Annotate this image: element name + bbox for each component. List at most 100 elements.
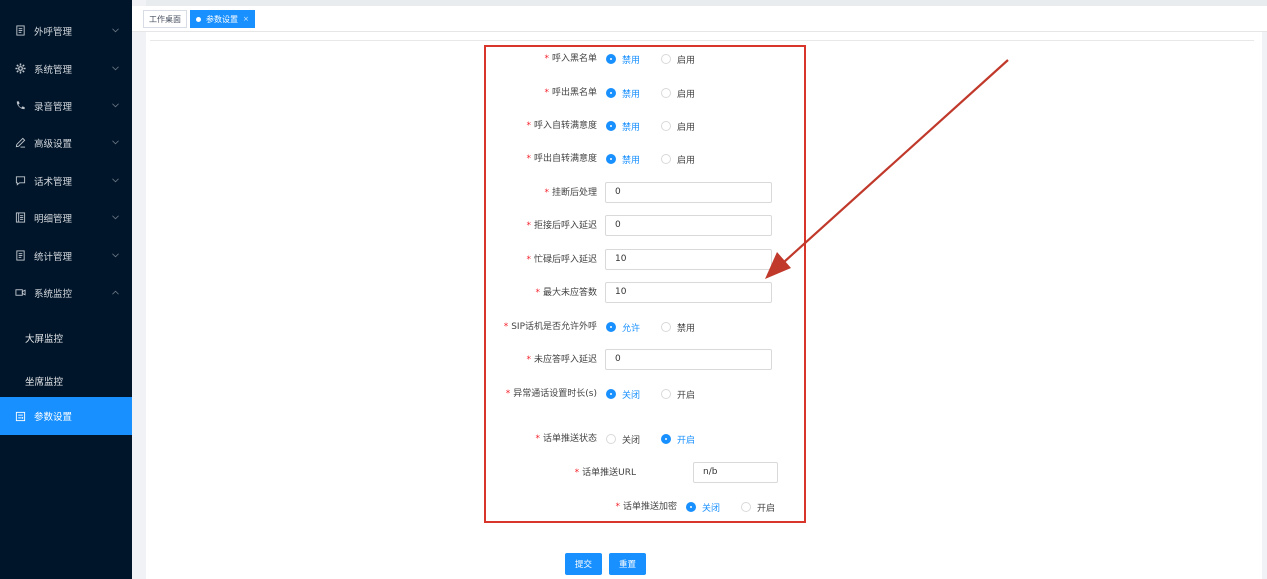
required-asterisk: *: [526, 221, 531, 231]
radio-label: 禁用: [622, 55, 641, 66]
radio-label: 关闭: [702, 503, 721, 514]
radio-circle-icon[interactable]: [606, 88, 616, 98]
settings-doc-icon: [14, 410, 26, 422]
radio-option[interactable]: 允许: [606, 321, 641, 334]
radio-option[interactable]: 关闭: [606, 388, 641, 401]
chevron-down-icon: [111, 27, 119, 35]
radio-option[interactable]: 开启: [741, 501, 776, 514]
radio-circle-icon[interactable]: [606, 121, 616, 131]
required-asterisk: *: [544, 188, 549, 198]
radio-option[interactable]: 禁用: [606, 153, 641, 166]
form-label-text: 呼入自转满意度: [533, 121, 597, 131]
radio-circle-icon[interactable]: [661, 54, 671, 64]
tab-parameters[interactable]: 参数设置 ×: [190, 10, 255, 28]
radio-circle-icon[interactable]: [686, 502, 696, 512]
radio-circle-icon[interactable]: [606, 322, 616, 332]
unanswered-inbound-delay-input[interactable]: 0: [605, 349, 772, 370]
radio-option[interactable]: 禁用: [606, 120, 641, 133]
radio-option[interactable]: 启用: [661, 87, 695, 100]
reject-inbound-delay-input[interactable]: 0: [605, 215, 772, 236]
radio-circle-icon[interactable]: [661, 88, 671, 98]
form-label: * 呼入黑名单: [544, 48, 597, 70]
form-label-text: 话单推送URL: [582, 468, 636, 478]
required-asterisk: *: [503, 322, 509, 332]
document-icon: [14, 25, 26, 37]
required-asterisk: *: [505, 389, 511, 399]
required-asterisk: *: [535, 288, 540, 298]
form-label: * 异常通话设置时长(s): [506, 383, 597, 405]
form-label-text: 话单推送状态: [542, 434, 597, 444]
radio-option[interactable]: 启用: [661, 153, 695, 166]
radio-option[interactable]: 关闭: [606, 433, 641, 446]
radio-label: 关闭: [622, 390, 641, 401]
radio-label: 禁用: [622, 89, 641, 100]
form-label: * 话单推送URL: [575, 462, 636, 484]
submit-button[interactable]: 提交: [565, 553, 602, 575]
tab-workbench[interactable]: 工作桌面: [143, 10, 187, 28]
max-unanswered-input[interactable]: 10: [605, 282, 772, 303]
radio-option[interactable]: 开启: [661, 433, 696, 446]
sidebar-item-outbound[interactable]: 外呼管理: [0, 12, 132, 49]
tab-label: 工作桌面: [149, 14, 181, 24]
form-label: * 话单推送状态: [535, 428, 597, 450]
radio-option[interactable]: 启用: [661, 120, 695, 133]
radio-option[interactable]: 关闭: [686, 501, 721, 514]
form-label-text: 异常通话设置时长(s): [513, 389, 597, 399]
radio-circle-icon[interactable]: [606, 434, 616, 444]
radio-circle-icon[interactable]: [661, 322, 671, 332]
form-row-inbound-satisfaction: * 呼入自转满意度 禁用 启用: [0, 115, 1267, 137]
form-label: * 话单推送加密: [615, 496, 677, 518]
radio-circle-icon[interactable]: [606, 54, 616, 64]
radio-label: 开启: [677, 435, 696, 446]
form-row-outbound-satisfaction: * 呼出自转满意度 禁用 启用: [0, 148, 1267, 170]
radio-option[interactable]: 禁用: [606, 87, 641, 100]
radio-circle-icon[interactable]: [661, 389, 671, 399]
radio-option[interactable]: 开启: [661, 388, 695, 401]
form-label: * 未应答呼入延迟: [526, 349, 597, 371]
form-label: * 呼入自转满意度: [526, 115, 597, 137]
radio-option[interactable]: 启用: [661, 53, 695, 66]
form-row-cdr-push-status: * 话单推送状态 关闭 开启: [0, 428, 1267, 450]
panel-divider: [150, 40, 1254, 41]
form-label: * 呼出黑名单: [544, 82, 597, 104]
form-label: * 忙碌后呼入延迟: [526, 249, 597, 271]
radio-label: 允许: [622, 323, 641, 334]
form-row-inbound-blacklist: * 呼入黑名单 禁用 启用: [0, 48, 1267, 70]
radio-label: 禁用: [622, 122, 641, 133]
form-row-hangup-processing: * 挂断后处理 0: [0, 182, 1267, 204]
active-dot-icon: [196, 16, 201, 22]
required-asterisk: *: [526, 355, 531, 365]
required-asterisk: *: [544, 88, 549, 98]
radio-label: 禁用: [677, 323, 696, 334]
form-row-max-unanswered: * 最大未应答数 10: [0, 282, 1267, 304]
cdr-push-url-input[interactable]: n/b: [693, 462, 778, 483]
radio-circle-icon[interactable]: [661, 154, 671, 164]
radio-label: 开启: [757, 503, 776, 514]
radio-option[interactable]: 禁用: [661, 321, 696, 334]
hangup-processing-input[interactable]: 0: [605, 182, 772, 203]
radio-circle-icon[interactable]: [606, 389, 616, 399]
radio-label: 禁用: [622, 155, 641, 166]
required-asterisk: *: [526, 121, 531, 131]
radio-circle-icon[interactable]: [661, 121, 671, 131]
radio-circle-icon[interactable]: [606, 154, 616, 164]
close-icon[interactable]: ×: [243, 15, 249, 23]
required-asterisk: *: [526, 154, 531, 164]
radio-circle-icon[interactable]: [741, 502, 751, 512]
reset-button[interactable]: 重置: [609, 553, 646, 575]
form-row-cdr-push-encryption: * 话单推送加密 关闭 开启: [0, 496, 1267, 518]
radio-option[interactable]: 禁用: [606, 53, 641, 66]
busy-inbound-delay-input[interactable]: 10: [605, 249, 772, 270]
form-label-text: 未应答呼入延迟: [533, 355, 597, 365]
form-row-unanswered-inbound-delay: * 未应答呼入延迟 0: [0, 349, 1267, 371]
required-asterisk: *: [574, 468, 580, 478]
pen-icon: [14, 137, 26, 149]
radio-circle-icon[interactable]: [661, 434, 671, 444]
form-label-text: 拒接后呼入延迟: [533, 221, 597, 231]
sidebar-item-label: 外呼管理: [34, 26, 73, 38]
tab-bar: 工作桌面 参数设置 ×: [132, 6, 1267, 32]
required-asterisk: *: [615, 502, 620, 512]
form-label-text: SIP话机是否允许外呼: [511, 322, 597, 332]
form-label-text: 话单推送加密: [622, 502, 677, 512]
radio-label: 关闭: [622, 435, 641, 446]
